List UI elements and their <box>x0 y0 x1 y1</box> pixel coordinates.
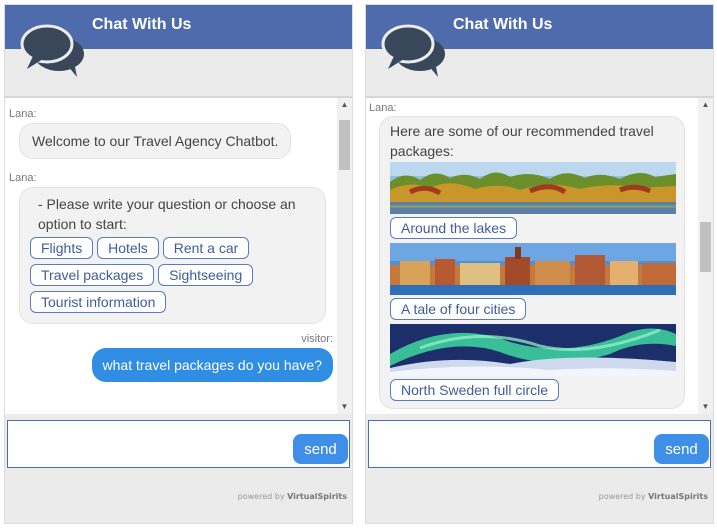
sender-label: Lana: <box>369 102 397 114</box>
scrollbar-thumb[interactable] <box>700 222 711 272</box>
input-area: send powered by VirtualSpirits <box>366 414 713 523</box>
option-travel-packages[interactable]: Travel packages <box>30 264 155 286</box>
header-title: Chat With Us <box>453 16 553 33</box>
send-button[interactable]: send <box>293 434 348 464</box>
chat-bubbles-icon <box>20 24 85 79</box>
message-list[interactable]: Lana: Here are some of our recommended t… <box>366 96 713 414</box>
bot-message-options: - Please write your question or choose a… <box>19 187 326 324</box>
package-button-north-sweden-full-circle[interactable]: North Sweden full circle <box>390 379 560 401</box>
sender-label: Lana: <box>9 108 37 120</box>
scrollbar-thumb[interactable] <box>339 120 350 170</box>
option-rent-a-car[interactable]: Rent a car <box>162 237 250 259</box>
message-list[interactable]: Lana: Welcome to our Travel Agency Chatb… <box>5 96 352 414</box>
bot-message-text: Here are some of our recommended travel … <box>390 123 654 159</box>
scroll-up-arrow-icon[interactable]: ▲ <box>337 98 352 112</box>
package-image-lakes[interactable] <box>390 162 676 214</box>
package-button-around-the-lakes[interactable]: Around the lakes <box>390 217 518 239</box>
chat-widget-right: Chat With Us Lana: Here are some of our … <box>365 4 714 524</box>
scrollbar[interactable]: ▲ ▼ <box>337 98 352 414</box>
powered-by: powered by VirtualSpirits <box>598 492 708 501</box>
input-area: send powered by VirtualSpirits <box>5 414 352 523</box>
bot-message-text: - Please write your question or choose a… <box>38 196 296 232</box>
scroll-down-arrow-icon[interactable]: ▼ <box>698 400 713 414</box>
brand-logo[interactable]: VirtualSpirits <box>287 492 347 501</box>
option-sightseeing[interactable]: Sightseeing <box>158 264 254 286</box>
chat-bubbles-icon <box>381 24 446 79</box>
option-tourist-information[interactable]: Tourist information <box>30 291 167 313</box>
bot-message-text: Welcome to our Travel Agency Chatbot. <box>32 133 279 149</box>
package-image-city[interactable] <box>390 243 676 295</box>
bot-message: Welcome to our Travel Agency Chatbot. <box>19 123 292 159</box>
scrollbar[interactable]: ▲ ▼ <box>698 98 713 414</box>
visitor-label: visitor: <box>301 333 333 345</box>
message-input[interactable]: send <box>368 420 711 468</box>
brand-logo[interactable]: VirtualSpirits <box>648 492 708 501</box>
scroll-down-arrow-icon[interactable]: ▼ <box>337 400 352 414</box>
scroll-up-arrow-icon[interactable]: ▲ <box>698 98 713 112</box>
powered-by: powered by VirtualSpirits <box>237 492 347 501</box>
header-title: Chat With Us <box>92 16 192 33</box>
send-button[interactable]: send <box>654 434 709 464</box>
message-input[interactable]: send <box>7 420 350 468</box>
option-flights[interactable]: Flights <box>30 237 94 259</box>
visitor-message-text: what travel packages do you have? <box>102 357 322 373</box>
visitor-message: what travel packages do you have? <box>91 348 333 382</box>
package-button-a-tale-of-four-cities[interactable]: A tale of four cities <box>390 298 527 320</box>
package-image-aurora[interactable] <box>390 324 676 376</box>
bot-message-packages: Here are some of our recommended travel … <box>379 116 685 409</box>
sender-label: Lana: <box>9 172 37 184</box>
chat-widget-left: Chat With Us Lana: Welcome to our Travel… <box>4 4 353 524</box>
option-hotels[interactable]: Hotels <box>97 237 159 259</box>
